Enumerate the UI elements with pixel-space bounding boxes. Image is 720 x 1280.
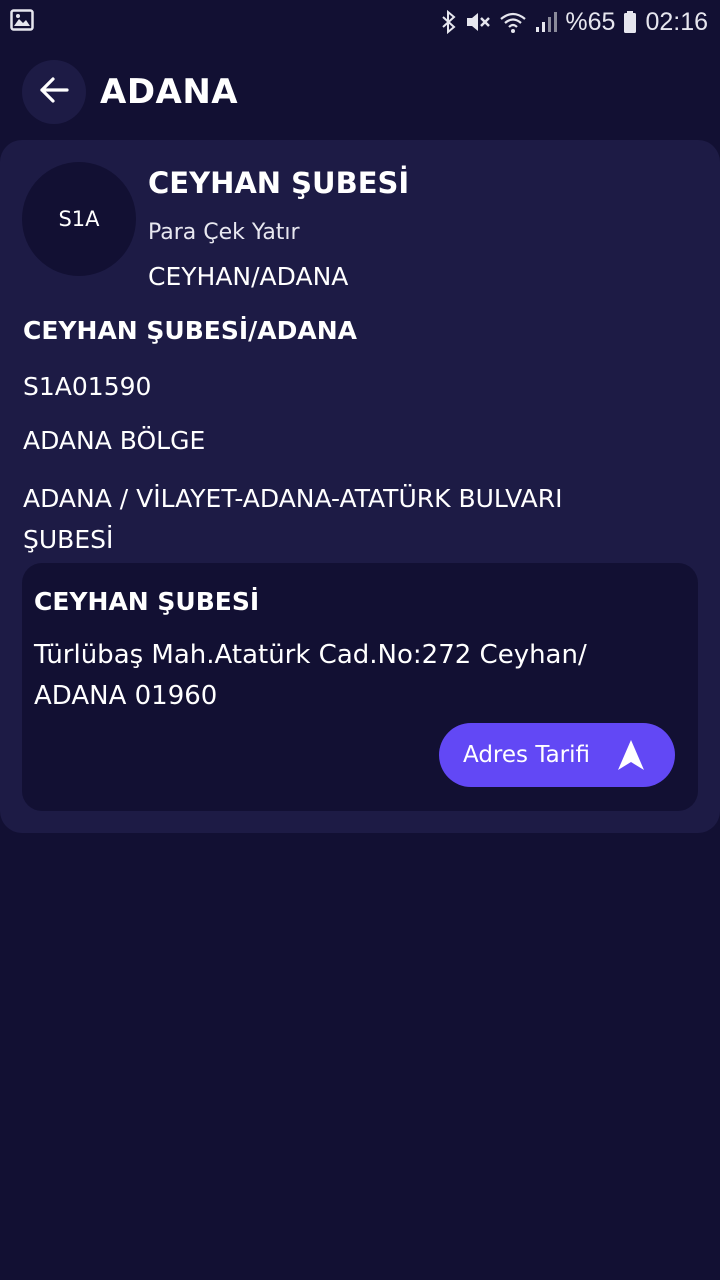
branch-card: S1A CEYHAN ŞUBESİ Para Çek Yatır CEYHAN/… [0, 140, 720, 833]
branch-name: CEYHAN ŞUBESİ [148, 166, 410, 200]
branch-type: Para Çek Yatır [148, 220, 300, 245]
status-bar: %65 02:16 [0, 0, 720, 44]
back-button[interactable] [22, 60, 86, 124]
wifi-icon [499, 10, 527, 34]
signal-icon [535, 10, 558, 34]
directions-button-label: Adres Tarifi [463, 742, 590, 768]
clock: 02:16 [645, 7, 708, 36]
mute-icon [465, 10, 491, 34]
branch-region: ADANA BÖLGE [23, 426, 206, 455]
battery-text: %65 [565, 7, 616, 36]
address-text: Türlübaş Mah.Atatürk Cad.No:272 Ceyhan/ … [34, 640, 587, 711]
parent-branch: ADANA / VİLAYET-ADANA-ATATÜRK BULVARI ŞU… [23, 484, 563, 554]
bluetooth-icon [441, 10, 457, 34]
avatar: S1A [22, 162, 136, 276]
battery-icon [623, 10, 637, 34]
page-title: ADANA [100, 72, 239, 112]
branch-city: CEYHAN/ADANA [148, 262, 349, 291]
address-title: CEYHAN ŞUBESİ [34, 587, 260, 616]
directions-button[interactable]: Adres Tarifi [439, 723, 675, 787]
gallery-icon [10, 9, 34, 35]
branch-code: S1A01590 [23, 372, 152, 401]
navigation-arrow-icon [617, 739, 645, 771]
branch-full-name: CEYHAN ŞUBESİ/ADANA [23, 316, 358, 345]
address-box: CEYHAN ŞUBESİ Türlübaş Mah.Atatürk Cad.N… [22, 563, 698, 811]
arrow-left-icon [38, 76, 70, 108]
app-bar: ADANA [0, 44, 720, 140]
